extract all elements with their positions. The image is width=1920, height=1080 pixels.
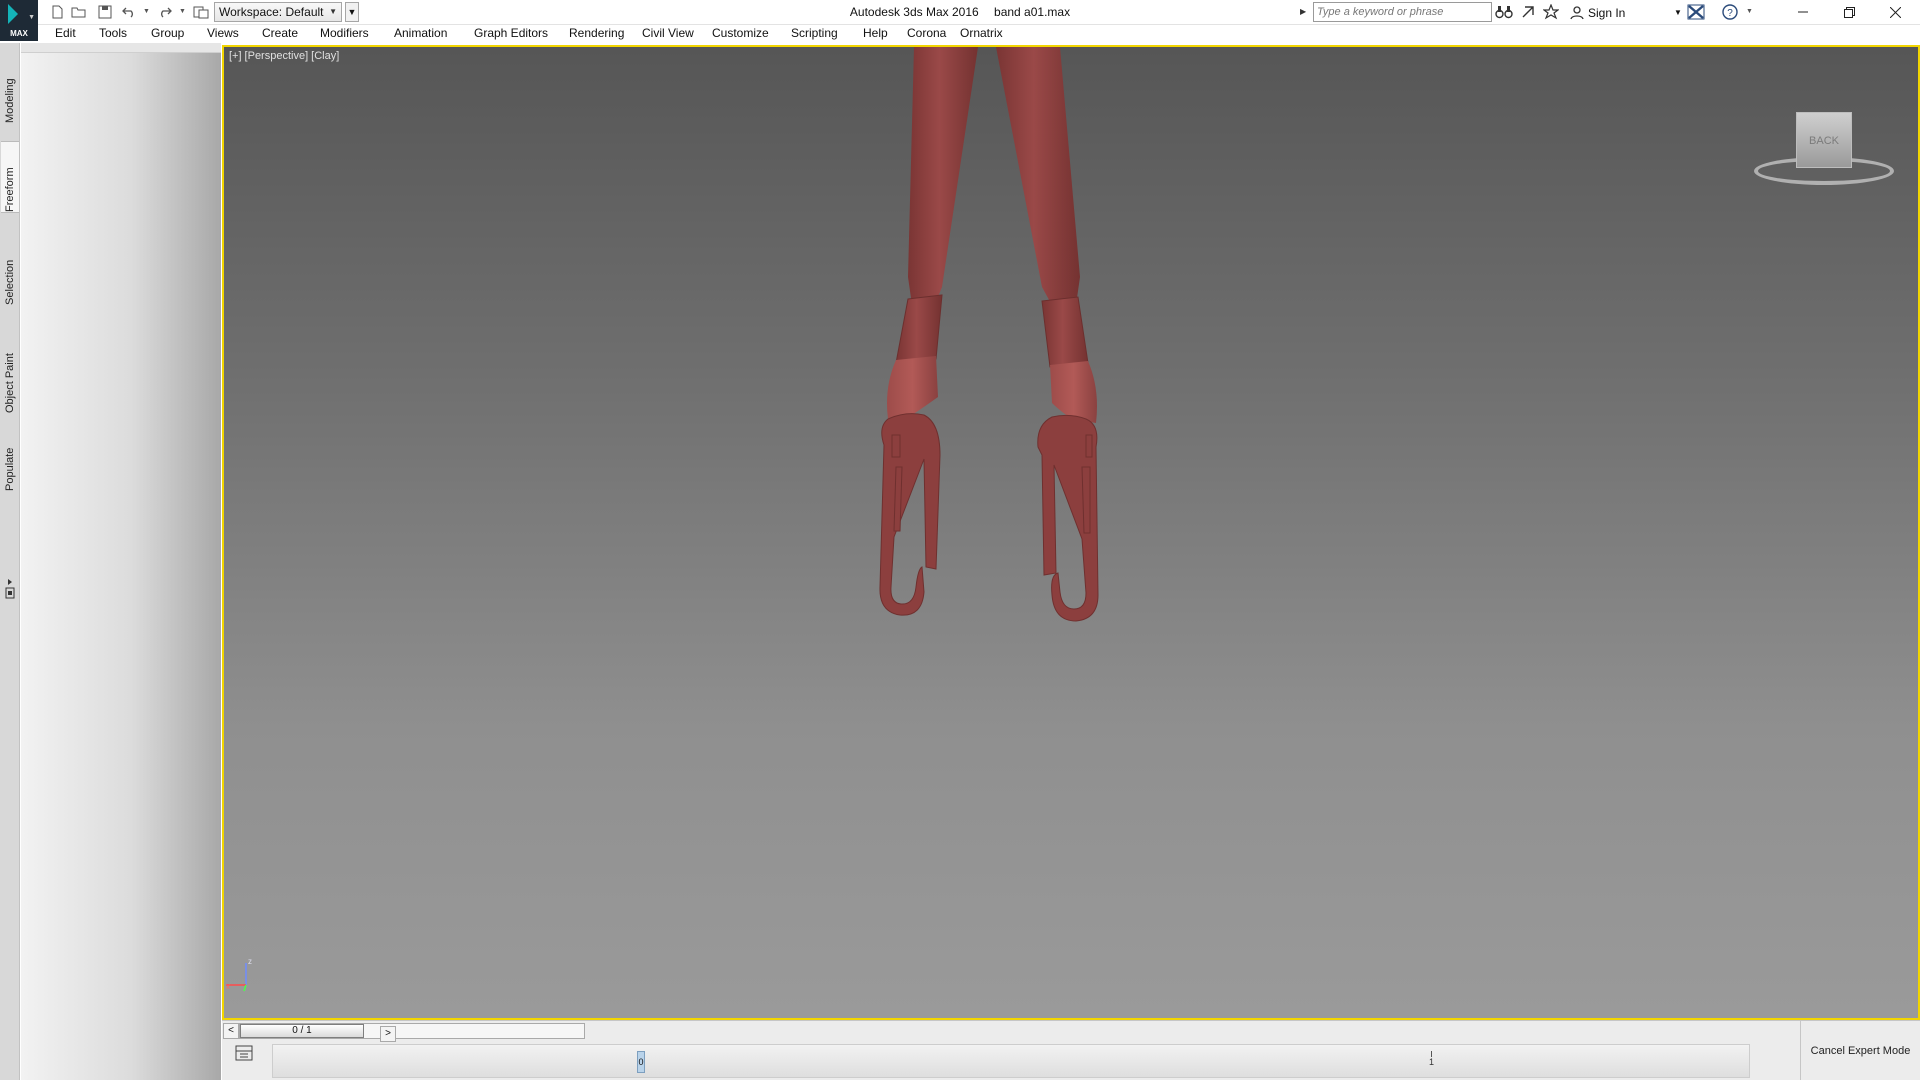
menu-rendering[interactable]: Rendering <box>569 26 624 40</box>
file-name: band a01.max <box>994 5 1071 19</box>
communication-center-icon[interactable] <box>1518 2 1538 22</box>
left-ferrule <box>895 294 943 364</box>
axis-z-label: z <box>248 957 252 966</box>
time-slider-next-button[interactable]: > <box>380 1026 396 1042</box>
cancel-expert-mode-button[interactable]: Cancel Expert Mode <box>1800 1021 1920 1080</box>
tab-modeling-label: Modeling <box>4 78 16 123</box>
chevron-down-icon: ▼ <box>329 7 337 16</box>
time-slider-prev-button[interactable]: < <box>223 1023 239 1039</box>
workspace-dropdown[interactable]: Workspace: Default ▼ <box>214 2 342 22</box>
menu-create[interactable]: Create <box>262 26 298 40</box>
viewcube[interactable]: BACK <box>1754 112 1894 192</box>
lanyard-model[interactable] <box>224 47 1918 1018</box>
tab-object-paint[interactable]: Object Paint <box>1 339 19 413</box>
workspace-label: Workspace: Default <box>219 5 324 19</box>
sign-in-label: Sign In <box>1588 6 1626 20</box>
ribbon-toggle-icon[interactable] <box>5 577 15 601</box>
menu-tools[interactable]: Tools <box>99 26 127 40</box>
minimize-icon <box>1798 11 1808 13</box>
tab-freeform-label: Freeform <box>4 167 16 212</box>
time-controls: < 0 / 1 > 0 1 Cancel Expert Mode <box>222 1020 1920 1080</box>
menu-civil-view[interactable]: Civil View <box>642 26 694 40</box>
left-hook <box>879 413 941 616</box>
tab-modeling[interactable]: Modeling <box>1 59 19 123</box>
close-icon <box>1889 6 1901 18</box>
favorites-star-icon[interactable] <box>1541 2 1561 22</box>
undo-icon[interactable] <box>120 3 138 21</box>
help-icon[interactable]: ? <box>1720 2 1740 22</box>
project-folder-icon[interactable] <box>192 3 210 21</box>
ribbon-panel <box>21 52 221 1080</box>
track-bar[interactable]: 0 1 <box>272 1044 1750 1078</box>
restore-icon <box>1843 6 1855 18</box>
viewcube-face[interactable]: BACK <box>1796 112 1852 168</box>
right-strap <box>996 47 1080 309</box>
chevron-down-icon: ▼ <box>28 14 35 21</box>
menu-group[interactable]: Group <box>151 26 184 40</box>
ribbon-tab-strip: Modeling Freeform Selection Object Paint… <box>0 43 20 1080</box>
customize-quick-access-button[interactable]: ▼ <box>345 2 359 22</box>
end-frame-label: 1 <box>1429 1057 1435 1067</box>
menu-scripting[interactable]: Scripting <box>791 26 838 40</box>
restore-button[interactable] <box>1826 0 1872 24</box>
undo-dropdown-icon[interactable]: ▼ <box>143 8 150 15</box>
menu-bar: Edit Tools Group Views Create Modifiers … <box>38 25 1920 43</box>
redo-dropdown-icon[interactable]: ▼ <box>179 8 186 15</box>
tab-selection[interactable]: Selection <box>1 249 19 305</box>
menu-graph-editors[interactable]: Graph Editors <box>474 26 548 40</box>
open-folder-icon[interactable] <box>70 3 88 21</box>
tab-object-paint-label: Object Paint <box>4 353 16 413</box>
sign-in-button[interactable]: Sign In <box>1570 4 1625 22</box>
app-title: Autodesk 3ds Max 2016 <box>849 5 979 19</box>
ribbon-header <box>21 43 221 52</box>
close-button[interactable] <box>1872 0 1918 24</box>
right-cap <box>1050 361 1097 423</box>
left-strap <box>908 47 978 307</box>
svg-text:?: ? <box>1727 8 1733 19</box>
menu-edit[interactable]: Edit <box>55 26 76 40</box>
right-ferrule <box>1041 296 1089 368</box>
menu-corona[interactable]: Corona <box>907 26 946 40</box>
time-slider-thumb[interactable]: 0 / 1 <box>240 1024 364 1038</box>
time-slider[interactable]: 0 / 1 > <box>239 1023 585 1042</box>
title-bar: MAX ▼ ▼ ▼ Workspace: Default ▼ ▼ Autodes… <box>0 0 1920 41</box>
max-logo-icon <box>8 4 18 24</box>
axis-x-label: x <box>226 982 230 991</box>
help-dropdown-icon[interactable]: ▼ <box>1746 8 1753 15</box>
left-cap <box>887 356 938 419</box>
binoculars-icon[interactable] <box>1494 2 1514 22</box>
minimize-button[interactable] <box>1780 0 1826 24</box>
redo-icon[interactable] <box>156 3 174 21</box>
user-icon <box>1570 6 1584 20</box>
menu-views[interactable]: Views <box>207 26 239 40</box>
mini-curve-editor-icon[interactable] <box>234 1043 254 1063</box>
save-icon[interactable] <box>96 3 114 21</box>
tab-selection-label: Selection <box>4 259 16 305</box>
autodesk-exchange-icon[interactable] <box>1686 2 1706 22</box>
chevron-down-icon[interactable]: ▼ <box>1674 8 1682 17</box>
menu-animation[interactable]: Animation <box>394 26 447 40</box>
app-logo-label: MAX <box>10 29 28 38</box>
application-menu-button[interactable]: MAX ▼ <box>0 0 38 41</box>
menu-modifiers[interactable]: Modifiers <box>320 26 369 40</box>
search-input[interactable] <box>1313 2 1492 22</box>
search-expand-icon[interactable]: ▶ <box>1300 3 1310 21</box>
new-file-icon[interactable] <box>48 3 66 21</box>
perspective-viewport[interactable]: [+] [Perspective] [Clay] BACK z x <box>222 45 1920 1020</box>
tab-freeform[interactable]: Freeform <box>1 141 19 213</box>
menu-help[interactable]: Help <box>863 26 888 40</box>
axis-gizmo-icon <box>226 963 247 992</box>
current-frame-marker[interactable]: 0 <box>637 1051 645 1073</box>
tab-populate-label: Populate <box>4 447 16 491</box>
menu-customize[interactable]: Customize <box>712 26 769 40</box>
tab-populate[interactable]: Populate <box>1 437 19 491</box>
menu-ornatrix[interactable]: Ornatrix <box>960 26 1003 40</box>
axis-tripod: z x <box>224 957 264 997</box>
